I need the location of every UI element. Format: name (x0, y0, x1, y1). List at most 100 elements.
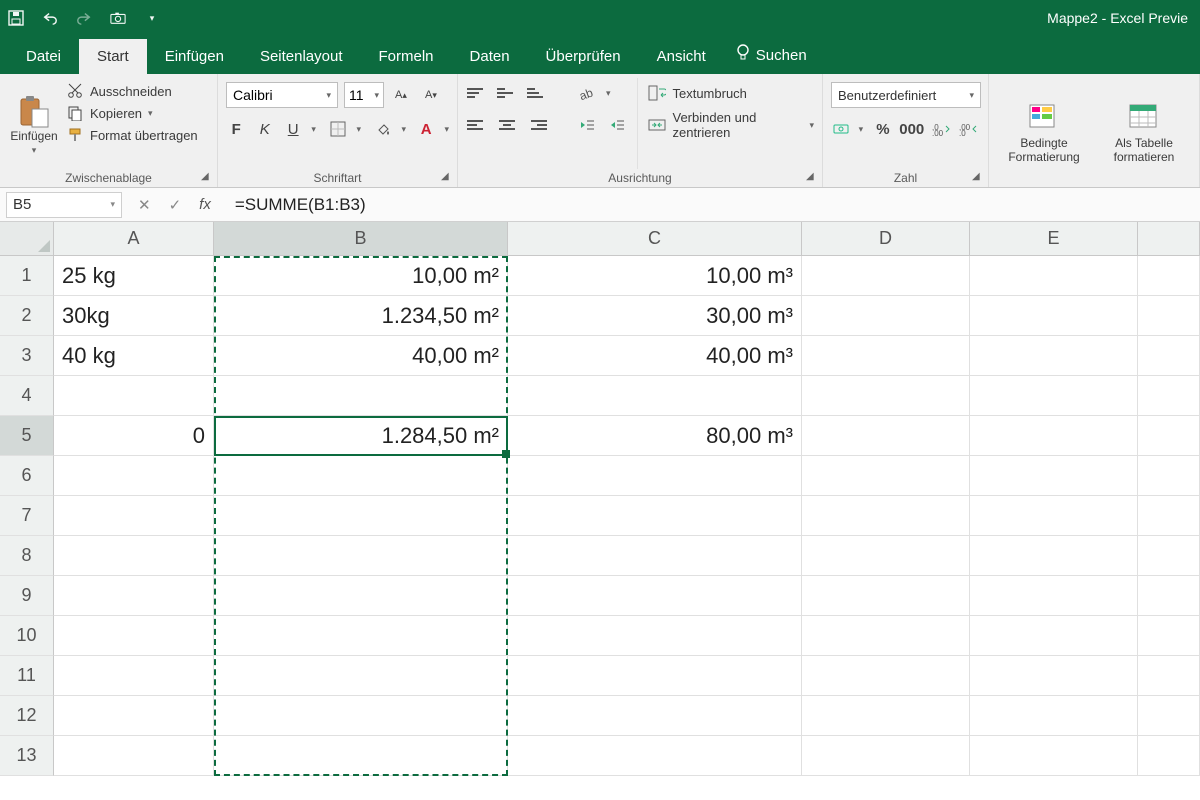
row-header-11[interactable]: 11 (0, 656, 54, 696)
cell-B8[interactable] (214, 536, 508, 576)
cell-D2[interactable] (802, 296, 970, 336)
col-header-E[interactable]: E (970, 222, 1138, 255)
orientation-button[interactable]: ab (576, 82, 598, 104)
cell-C5[interactable]: 80,00 m³ (508, 416, 802, 456)
fill-handle[interactable] (502, 450, 510, 458)
cell-A13[interactable] (54, 736, 214, 776)
col-header-D[interactable]: D (802, 222, 970, 255)
borders-button[interactable] (328, 118, 348, 140)
cell-A3[interactable]: 40 kg (54, 336, 214, 376)
cell-E12[interactable] (970, 696, 1138, 736)
cell-E1[interactable] (970, 256, 1138, 296)
row-header-3[interactable]: 3 (0, 336, 54, 376)
currency-button[interactable] (831, 118, 851, 140)
cell-F7[interactable] (1138, 496, 1200, 536)
tab-datei[interactable]: Datei (8, 39, 79, 74)
font-name-dropdown[interactable]: Calibri▾ (226, 82, 338, 108)
cell-E13[interactable] (970, 736, 1138, 776)
row-header-4[interactable]: 4 (0, 376, 54, 416)
cell-E6[interactable] (970, 456, 1138, 496)
copy-button[interactable]: Kopieren ▾ (66, 104, 209, 122)
row-header-1[interactable]: 1 (0, 256, 54, 296)
row-header-2[interactable]: 2 (0, 296, 54, 336)
align-left-button[interactable] (466, 114, 488, 136)
cell-C2[interactable]: 30,00 m³ (508, 296, 802, 336)
row-header-12[interactable]: 12 (0, 696, 54, 736)
cell-C11[interactable] (508, 656, 802, 696)
cell-B6[interactable] (214, 456, 508, 496)
decrease-decimal-button[interactable]: ,00,0 (958, 118, 978, 140)
cell-E9[interactable] (970, 576, 1138, 616)
cell-D13[interactable] (802, 736, 970, 776)
number-format-dropdown[interactable]: Benutzerdefiniert ▾ (831, 82, 981, 108)
format-painter-button[interactable]: Format übertragen (66, 126, 209, 144)
cell-B4[interactable] (214, 376, 508, 416)
cell-F6[interactable] (1138, 456, 1200, 496)
align-top-button[interactable] (466, 82, 488, 104)
conditional-formatting-button[interactable]: Bedingte Formatierung (997, 78, 1091, 185)
cell-E5[interactable] (970, 416, 1138, 456)
cell-B11[interactable] (214, 656, 508, 696)
cancel-formula-button[interactable]: ✕ (138, 196, 151, 214)
col-header-C[interactable]: C (508, 222, 802, 255)
select-all-corner[interactable] (0, 222, 54, 255)
fill-color-button[interactable] (373, 118, 393, 140)
cell-A9[interactable] (54, 576, 214, 616)
cell-D3[interactable] (802, 336, 970, 376)
cell-B5[interactable]: 1.284,50 m² (214, 416, 508, 456)
cell-E10[interactable] (970, 616, 1138, 656)
cell-C13[interactable] (508, 736, 802, 776)
dialog-launcher-clipboard[interactable]: ◢ (201, 171, 213, 183)
tab-daten[interactable]: Daten (452, 39, 528, 74)
increase-decimal-button[interactable]: ,0,00 (931, 118, 951, 140)
tab-seitenlayout[interactable]: Seitenlayout (242, 39, 361, 74)
percent-button[interactable]: % (873, 118, 893, 140)
cell-E8[interactable] (970, 536, 1138, 576)
cell-D7[interactable] (802, 496, 970, 536)
cell-F1[interactable] (1138, 256, 1200, 296)
cell-F8[interactable] (1138, 536, 1200, 576)
cell-A7[interactable] (54, 496, 214, 536)
cell-F3[interactable] (1138, 336, 1200, 376)
cell-A11[interactable] (54, 656, 214, 696)
align-right-button[interactable] (526, 114, 548, 136)
cell-E11[interactable] (970, 656, 1138, 696)
cell-D11[interactable] (802, 656, 970, 696)
decrease-font-button[interactable]: A▾ (420, 84, 442, 106)
cell-A4[interactable] (54, 376, 214, 416)
tab-ansicht[interactable]: Ansicht (639, 39, 724, 74)
cell-F12[interactable] (1138, 696, 1200, 736)
merge-center-button[interactable]: Verbinden und zentrieren ▾ (648, 110, 814, 140)
cell-F5[interactable] (1138, 416, 1200, 456)
cell-B3[interactable]: 40,00 m² (214, 336, 508, 376)
cell-C9[interactable] (508, 576, 802, 616)
cell-B7[interactable] (214, 496, 508, 536)
underline-button[interactable]: U (283, 118, 303, 140)
wrap-text-button[interactable]: Textumbruch (648, 84, 814, 102)
cell-E2[interactable] (970, 296, 1138, 336)
cell-B1[interactable]: 10,00 m² (214, 256, 508, 296)
cell-C3[interactable]: 40,00 m³ (508, 336, 802, 376)
camera-icon[interactable] (110, 10, 126, 26)
cell-B2[interactable]: 1.234,50 m² (214, 296, 508, 336)
row-header-13[interactable]: 13 (0, 736, 54, 776)
row-header-8[interactable]: 8 (0, 536, 54, 576)
cut-button[interactable]: Ausschneiden (66, 82, 209, 100)
font-color-button[interactable]: A (416, 118, 436, 140)
row-header-6[interactable]: 6 (0, 456, 54, 496)
row-header-9[interactable]: 9 (0, 576, 54, 616)
cell-C1[interactable]: 10,00 m³ (508, 256, 802, 296)
cell-D6[interactable] (802, 456, 970, 496)
cell-D8[interactable] (802, 536, 970, 576)
cell-B10[interactable] (214, 616, 508, 656)
tab-einfuegen[interactable]: Einfügen (147, 39, 242, 74)
cell-A10[interactable] (54, 616, 214, 656)
enter-formula-button[interactable]: ✓ (169, 196, 182, 214)
cell-A12[interactable] (54, 696, 214, 736)
format-as-table-button[interactable]: Als Tabelle formatieren (1097, 78, 1191, 185)
cell-D12[interactable] (802, 696, 970, 736)
align-center-button[interactable] (496, 114, 518, 136)
cell-C4[interactable] (508, 376, 802, 416)
paste-button[interactable]: Einfügen ▾ (8, 78, 60, 169)
cell-F13[interactable] (1138, 736, 1200, 776)
